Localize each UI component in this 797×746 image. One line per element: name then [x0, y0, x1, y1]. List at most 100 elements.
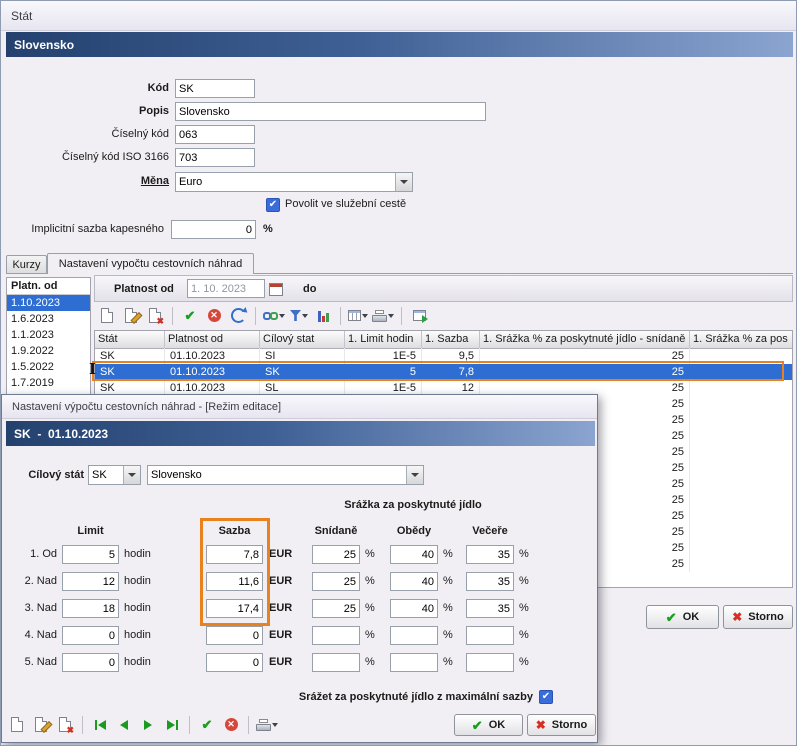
vecere-column-header: Večeře	[462, 525, 518, 537]
print-button[interactable]	[372, 305, 394, 327]
filter-button[interactable]	[289, 305, 309, 327]
print-button[interactable]	[256, 714, 278, 736]
delete-record-button[interactable]: ✖	[55, 714, 75, 736]
povolit-checkbox[interactable]: ✔	[266, 198, 280, 212]
obedy-input[interactable]	[390, 653, 438, 672]
combo-dropdown-button[interactable]	[406, 466, 423, 484]
vecere-input[interactable]	[466, 572, 514, 591]
limit-input[interactable]	[62, 626, 119, 645]
snidane-input[interactable]	[312, 626, 360, 645]
column-header[interactable]: Stát	[95, 331, 165, 348]
columns-button[interactable]	[348, 305, 368, 327]
sazba-input[interactable]	[206, 572, 263, 591]
srazet-checkbox[interactable]: ✔	[539, 690, 553, 704]
list-item[interactable]: 1.1.2023	[7, 327, 90, 343]
edit-record-button[interactable]	[121, 305, 141, 327]
obedy-input[interactable]	[390, 572, 438, 591]
relations-button[interactable]	[263, 305, 285, 327]
table-row[interactable]: SK 01.10.2023 SI 1E-5 9,5 25	[95, 348, 792, 364]
list-item[interactable]: 1.10.2023	[7, 295, 90, 311]
limit-input[interactable]	[62, 545, 119, 564]
snidane-input[interactable]	[312, 653, 360, 672]
arrow-right-icon	[167, 720, 175, 730]
column-header[interactable]: 1. Srážka % za pos	[690, 331, 793, 348]
sazba-input[interactable]	[206, 545, 263, 564]
chevron-down-icon	[411, 473, 419, 477]
toolbar-separator	[82, 716, 83, 734]
limit-input[interactable]	[62, 599, 119, 618]
ok-button[interactable]: ✔ OK	[646, 605, 719, 629]
arrow-left-icon	[98, 720, 106, 730]
limit-input[interactable]	[62, 653, 119, 672]
mena-combo[interactable]	[175, 172, 413, 192]
accept-button[interactable]: ✔	[197, 714, 217, 736]
modal-titlebar[interactable]: Nastavení výpočtu cestovních náhrad - [R…	[2, 395, 597, 419]
cilovy-stat-code[interactable]	[89, 466, 123, 484]
vecere-input[interactable]	[466, 545, 514, 564]
export-button[interactable]	[409, 305, 429, 327]
toolbar-separator	[255, 307, 256, 325]
refresh-button[interactable]	[228, 305, 248, 327]
cancel-button[interactable]: ✕	[221, 714, 241, 736]
vecere-input[interactable]	[466, 653, 514, 672]
obedy-input[interactable]	[390, 626, 438, 645]
list-item[interactable]: 1.9.2022	[7, 343, 90, 359]
mena-label[interactable]: Měna	[1, 172, 175, 191]
nav-last-button[interactable]	[162, 714, 182, 736]
calendar-button[interactable]	[266, 278, 286, 300]
combo-dropdown-button[interactable]	[123, 466, 140, 484]
platnost-od-input[interactable]	[187, 279, 265, 298]
cancel-button[interactable]: ✕	[204, 305, 224, 327]
accept-button[interactable]: ✔	[180, 305, 200, 327]
cell-sazba: 7,8	[422, 364, 480, 380]
edit-record-button[interactable]	[31, 714, 51, 736]
sazba-input[interactable]	[206, 599, 263, 618]
graph-button[interactable]	[313, 305, 333, 327]
snidane-input[interactable]	[312, 572, 360, 591]
list-item[interactable]: 1.6.2023	[7, 311, 90, 327]
obedy-input[interactable]	[390, 599, 438, 618]
cilovy-stat-code-combo[interactable]	[88, 465, 141, 485]
kod-input[interactable]	[175, 79, 255, 98]
nav-prev-button[interactable]	[114, 714, 134, 736]
chevron-down-icon	[279, 314, 285, 318]
cilovy-stat-name[interactable]	[148, 466, 406, 484]
new-record-button[interactable]	[97, 305, 117, 327]
modal-ok-button[interactable]: ✔ OK	[454, 714, 523, 736]
storno-button[interactable]: ✖ Storno	[723, 605, 793, 629]
vecere-input[interactable]	[466, 599, 514, 618]
mena-value[interactable]	[176, 173, 395, 191]
tab-nastaveni-nahrad[interactable]: Nastavení vypočtu cestovních náhrad	[47, 253, 254, 274]
kapesne-input[interactable]	[171, 220, 256, 239]
popis-input[interactable]	[175, 102, 486, 121]
limit-input[interactable]	[62, 572, 119, 591]
column-header[interactable]: 1. Limit hodin	[345, 331, 422, 348]
column-header[interactable]: 1. Srážka % za poskytnuté jídlo - snídan…	[480, 331, 690, 348]
column-header[interactable]: Cílový stat	[260, 331, 345, 348]
ciselny-kod-input[interactable]	[175, 125, 255, 144]
modal-storno-button[interactable]: ✖ Storno	[527, 714, 596, 736]
check-icon: ✔	[472, 719, 483, 732]
list-item[interactable]: 1.7.2019	[7, 375, 90, 391]
table-row-selected[interactable]: SK 01.10.2023 SK 5 7,8 25	[95, 364, 792, 380]
obedy-input[interactable]	[390, 545, 438, 564]
new-record-button[interactable]	[7, 714, 27, 736]
column-header[interactable]: 1. Sazba	[422, 331, 480, 348]
snidane-input[interactable]	[312, 599, 360, 618]
list-item[interactable]: 1.5.2022	[7, 359, 90, 375]
delete-record-button[interactable]: ✖	[145, 305, 165, 327]
nav-next-button[interactable]	[138, 714, 158, 736]
snidane-input[interactable]	[312, 545, 360, 564]
cilovy-stat-name-combo[interactable]	[147, 465, 424, 485]
x-icon: ✖	[732, 611, 742, 623]
sazba-input[interactable]	[206, 626, 263, 645]
column-header[interactable]: Platnost od	[165, 331, 260, 348]
main-titlebar[interactable]: Stát	[1, 1, 796, 31]
cell-srazka: 25	[480, 348, 690, 364]
iso-kod-input[interactable]	[175, 148, 255, 167]
sazba-input[interactable]	[206, 653, 263, 672]
nav-first-button[interactable]	[90, 714, 110, 736]
tab-kurzy[interactable]: Kurzy	[6, 255, 47, 274]
mena-dropdown-button[interactable]	[395, 173, 412, 191]
vecere-input[interactable]	[466, 626, 514, 645]
